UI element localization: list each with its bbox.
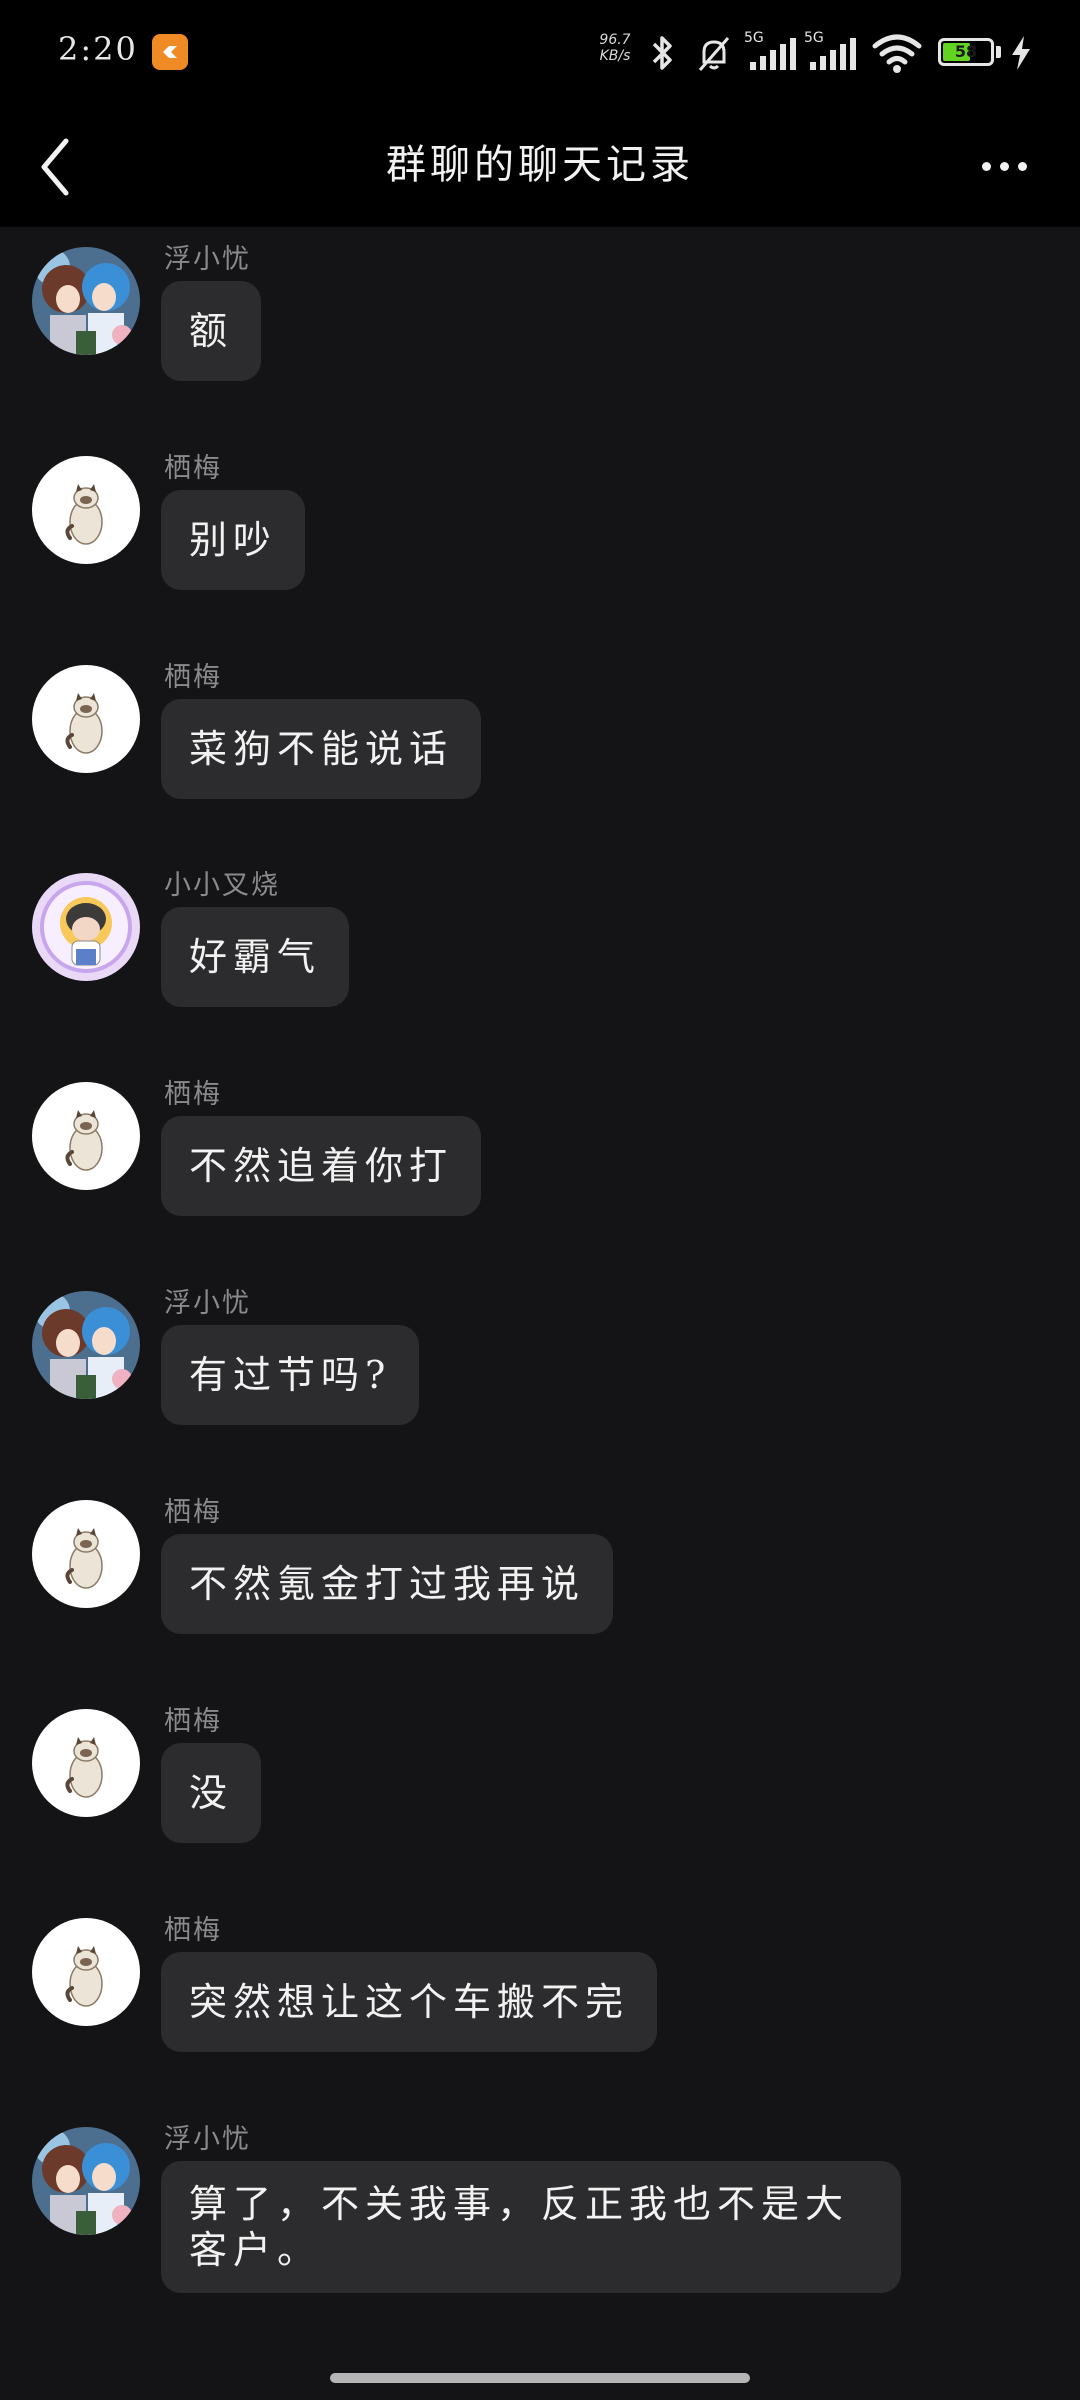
cat-avatar-image [32, 1918, 140, 2026]
avatar[interactable] [32, 247, 140, 355]
cat-avatar-image [32, 456, 140, 564]
more-dots-icon [1000, 162, 1009, 171]
status-bar: 2:20 96.7 KB/s 5G 5G 58 [0, 0, 1080, 105]
signal-icon: 5G [804, 30, 860, 74]
sender-name: 栖梅 [164, 1079, 222, 1110]
sender-name: 浮小忧 [164, 2124, 251, 2155]
sender-name: 小小叉烧 [164, 870, 280, 901]
charging-icon [1012, 36, 1030, 70]
network-speed-value: 96.7 [599, 32, 631, 48]
message-bubble[interactable]: 别吵 [161, 490, 306, 590]
page-title: 群聊的聊天记录 [386, 142, 694, 188]
home-indicator[interactable] [330, 2373, 750, 2383]
sender-name: 栖梅 [164, 1915, 222, 1946]
anime-avatar-image [32, 1291, 140, 1399]
sender-name: 栖梅 [164, 662, 222, 693]
battery-level-text: 58 [954, 42, 978, 61]
more-dots-icon [982, 162, 991, 171]
network-speed-unit: KB/s [599, 48, 631, 64]
avatar[interactable] [32, 1082, 140, 1190]
message-bubble[interactable]: 额 [161, 281, 262, 381]
signal-icon: 5G [744, 30, 800, 74]
cat-avatar-image [32, 1709, 140, 1817]
message-bubble[interactable]: 不然追着你打 [161, 1116, 482, 1216]
avatar[interactable] [32, 2127, 140, 2235]
anime-avatar-image [32, 2127, 140, 2235]
sender-name: 栖梅 [164, 1497, 222, 1528]
sender-name: 浮小忧 [164, 244, 251, 275]
gesture-bar [0, 2358, 1080, 2400]
avatar[interactable] [32, 665, 140, 773]
avatar[interactable] [32, 1918, 140, 2026]
status-time: 2:20 [58, 30, 138, 68]
wifi-icon [872, 34, 922, 73]
navigation-bar: 群聊的聊天记录 [0, 105, 1080, 227]
sender-name: 浮小忧 [164, 1288, 251, 1319]
back-button[interactable] [28, 127, 108, 207]
message-bubble[interactable]: 算了，不关我事，反正我也不是大客户。 [161, 2161, 901, 2293]
silent-bell-icon [698, 37, 730, 71]
battery-cap [996, 46, 1001, 58]
sender-name: 栖梅 [164, 453, 222, 484]
sender-name: 栖梅 [164, 1706, 222, 1737]
chevron-left-icon [41, 138, 69, 196]
app-notification-icon [152, 34, 188, 70]
message-bubble[interactable]: 有过节吗? [161, 1325, 420, 1425]
message-bubble[interactable]: 不然氪金打过我再说 [161, 1534, 614, 1634]
more-options-button[interactable] [970, 135, 1040, 195]
network-speed: 96.7 KB/s [592, 32, 638, 64]
message-bubble[interactable]: 菜狗不能说话 [161, 699, 482, 799]
avatar[interactable] [32, 1709, 140, 1817]
chibi-avatar-image [32, 873, 140, 981]
chat-history-screen: 2:20 96.7 KB/s 5G 5G 58 群聊的聊天记录 浮小忧 额 栖梅… [0, 0, 1080, 2400]
cat-avatar-image [32, 665, 140, 773]
message-bubble[interactable]: 突然想让这个车搬不完 [161, 1952, 658, 2052]
avatar[interactable] [32, 873, 140, 981]
cat-avatar-image [32, 1500, 140, 1608]
cat-avatar-image [32, 1082, 140, 1190]
message-bubble[interactable]: 好霸气 [161, 907, 350, 1007]
message-bubble[interactable]: 没 [161, 1743, 262, 1843]
bluetooth-icon [652, 36, 672, 70]
avatar[interactable] [32, 1291, 140, 1399]
avatar[interactable] [32, 456, 140, 564]
anime-avatar-image [32, 247, 140, 355]
battery-icon: 58 [938, 38, 994, 66]
avatar[interactable] [32, 1500, 140, 1608]
message-list[interactable]: 浮小忧 额 栖梅 别吵 栖梅 菜狗不能说话 小小叉烧 好霸气 栖梅 不然追着你打… [0, 227, 1080, 2357]
more-dots-icon [1018, 162, 1027, 171]
